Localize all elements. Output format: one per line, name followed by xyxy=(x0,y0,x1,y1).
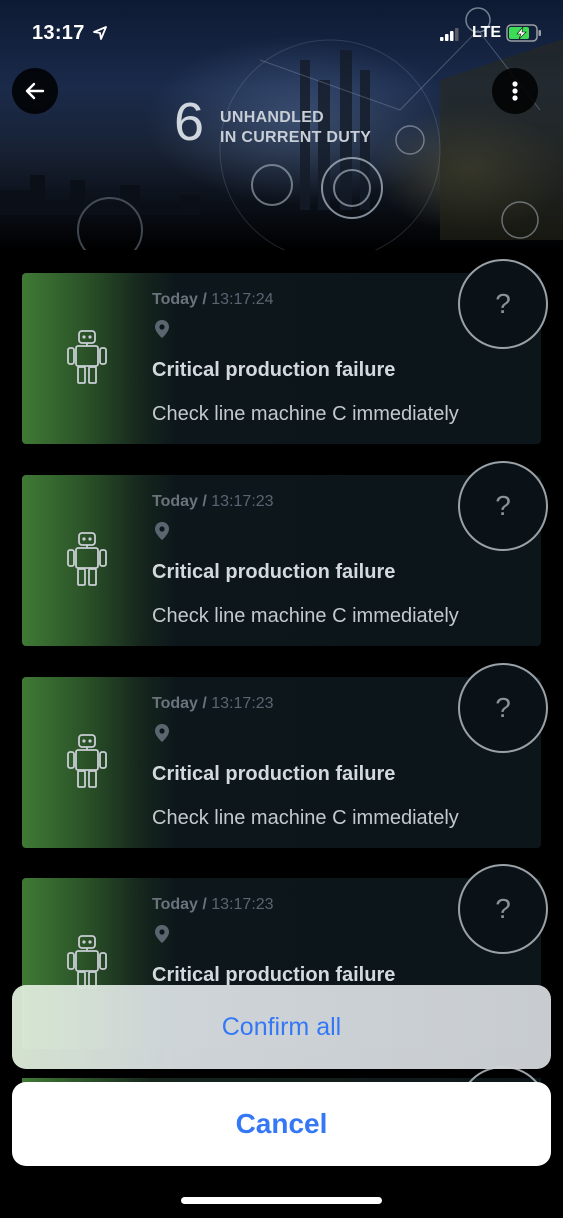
unhandled-count: 6 xyxy=(174,92,205,152)
alert-separator: / xyxy=(197,493,212,510)
alert-separator: / xyxy=(197,695,212,712)
robot-icon xyxy=(67,734,107,788)
location-arrow-icon xyxy=(93,26,107,40)
robot-icon xyxy=(67,330,107,384)
alert-title: Critical production failure xyxy=(152,359,396,381)
cancel-label: Cancel xyxy=(235,1108,328,1139)
alert-separator: / xyxy=(197,896,212,913)
alert-day: Today xyxy=(152,896,198,913)
status-bar: 13:17 LTE xyxy=(0,0,563,60)
back-button[interactable] xyxy=(12,68,58,114)
alert-day: Today xyxy=(152,695,198,712)
alert-title: Critical production failure xyxy=(152,964,396,986)
location-pin-icon xyxy=(155,724,169,742)
help-label: ? xyxy=(495,893,511,924)
help-label: ? xyxy=(495,692,511,723)
alert-timestamp: Today / 13:17:23 xyxy=(152,896,274,914)
alert-timestamp: Today / 13:17:24 xyxy=(152,291,274,309)
help-button[interactable]: ? xyxy=(458,663,548,753)
alert-time: 13:17:23 xyxy=(211,695,274,712)
help-label: ? xyxy=(495,288,511,319)
more-vertical-icon xyxy=(512,81,518,101)
cancel-button[interactable]: Cancel xyxy=(12,1082,551,1166)
more-options-button[interactable] xyxy=(492,68,538,114)
robot-icon xyxy=(67,935,107,989)
current-duty-label: IN CURRENT DUTY xyxy=(220,129,372,146)
help-button[interactable]: ? xyxy=(458,259,548,349)
battery-charging-icon xyxy=(506,24,541,42)
location-pin-icon xyxy=(155,320,169,338)
robot-icon xyxy=(67,532,107,586)
help-button[interactable]: ? xyxy=(458,461,548,551)
alert-title: Critical production failure xyxy=(152,561,396,583)
help-button[interactable]: ? xyxy=(458,864,548,954)
alert-timestamp: Today / 13:17:23 xyxy=(152,493,274,511)
alert-description: Check line machine C immediately xyxy=(152,403,459,425)
alert-time: 13:17:23 xyxy=(211,493,274,510)
back-arrow-icon xyxy=(25,82,45,100)
confirm-all-button[interactable]: Confirm all xyxy=(222,1013,341,1042)
alert-description: Check line machine C immediately xyxy=(152,807,459,829)
network-type: LTE xyxy=(472,24,502,41)
alert-separator: / xyxy=(197,291,212,308)
alert-day: Today xyxy=(152,493,198,510)
location-pin-icon xyxy=(155,522,169,540)
help-label: ? xyxy=(495,490,511,521)
signal-icon xyxy=(440,28,459,41)
alert-description: Check line machine C immediately xyxy=(152,605,459,627)
home-indicator[interactable] xyxy=(181,1197,382,1204)
unhandled-label: UNHANDLED xyxy=(220,109,325,126)
alert-time: 13:17:23 xyxy=(211,896,274,913)
status-time: 13:17 xyxy=(32,22,85,44)
location-pin-icon xyxy=(155,925,169,943)
alert-day: Today xyxy=(152,291,198,308)
alert-time: 13:17:24 xyxy=(211,291,274,308)
alert-title: Critical production failure xyxy=(152,763,396,785)
confirm-all-sheet: Confirm all xyxy=(12,985,551,1069)
alert-timestamp: Today / 13:17:23 xyxy=(152,695,274,713)
